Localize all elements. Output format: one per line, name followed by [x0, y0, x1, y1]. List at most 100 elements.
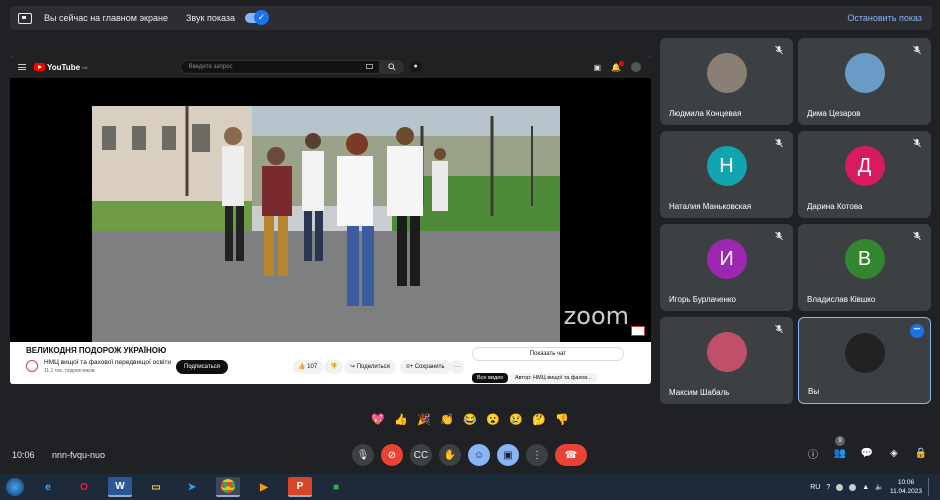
help-icon[interactable]: ?: [826, 484, 830, 491]
word-icon[interactable]: W: [108, 477, 132, 497]
network-icon[interactable]: ▲: [862, 484, 869, 491]
call-controls: 🎙 ⊘ CC ✋ ☺ ▣ ⋮ ☎: [352, 444, 587, 466]
dislike-button[interactable]: 👎: [324, 360, 344, 374]
tray-app-icon-2[interactable]: [849, 483, 857, 491]
youtube-logo-text: YouTube: [47, 62, 81, 72]
tile-more-options-icon[interactable]: •••: [910, 324, 924, 338]
start-button[interactable]: [6, 478, 24, 496]
participant-tile[interactable]: Людмила Концевая: [660, 38, 793, 125]
save-playlist-icon: ≡+: [406, 364, 414, 370]
reaction-emoji[interactable]: 😢: [508, 412, 524, 428]
meet-window: Вы сейчас на главном экране Звук показа …: [0, 0, 940, 500]
leave-call-button[interactable]: ☎: [555, 444, 587, 466]
ie-icon[interactable]: e: [36, 477, 60, 497]
mic-button[interactable]: 🎙: [352, 444, 374, 466]
reaction-emoji[interactable]: 💖: [370, 412, 386, 428]
clock-date: 11.04.2023: [889, 488, 922, 495]
avatar: [706, 332, 747, 372]
share-label: Поделиться: [356, 364, 390, 370]
reaction-emoji[interactable]: 👍: [393, 412, 409, 428]
chip-all-videos[interactable]: Все видео: [472, 373, 509, 383]
save-button[interactable]: ≡+ Сохранить: [400, 360, 451, 374]
youtube-search-button[interactable]: [379, 60, 404, 74]
mic-off-icon: [775, 324, 783, 334]
activities-button[interactable]: ◈: [887, 446, 901, 460]
mic-off-icon: [775, 231, 783, 241]
meet-icon[interactable]: ■: [324, 477, 348, 497]
share-sound-toggle[interactable]: ✓: [245, 10, 269, 25]
more-actions-button[interactable]: ···: [450, 360, 464, 374]
camera-off-icon: ⊘: [387, 449, 397, 461]
participant-tile[interactable]: Дима Цезаров: [798, 38, 931, 125]
captions-button[interactable]: CC: [410, 444, 432, 466]
show-desktop-button[interactable]: [928, 478, 932, 496]
people-count-badge: 9: [835, 436, 845, 446]
hamburger-menu-icon[interactable]: [18, 64, 26, 70]
reaction-emoji[interactable]: 😮: [485, 412, 501, 428]
youtube-play-icon: [34, 63, 45, 71]
avatar: Н: [706, 146, 747, 186]
media-icon[interactable]: ▶: [252, 477, 276, 497]
video-info: ВЕЛИКОДНЯ ПОДОРОЖ УКРАЇНОЮ НМЦ вищої та …: [10, 342, 651, 384]
powerpoint-icon[interactable]: P: [288, 477, 312, 497]
stop-sharing-button[interactable]: Остановить показ: [847, 13, 922, 23]
participant-tile[interactable]: ••• Вы: [798, 317, 931, 404]
present-button[interactable]: ▣: [497, 444, 519, 466]
raise-hand-button[interactable]: ✋: [439, 444, 461, 466]
reaction-emoji[interactable]: 😂: [462, 412, 478, 428]
keyboard-icon[interactable]: [365, 64, 373, 69]
participant-tile[interactable]: Д Дарина Котова: [798, 131, 931, 218]
show-chat-button[interactable]: Показать чат: [472, 347, 624, 361]
camera-button[interactable]: ⊘: [381, 444, 403, 466]
chrome-icon[interactable]: [216, 477, 240, 497]
notifications-icon[interactable]: 🔔: [611, 60, 624, 72]
participant-tile[interactable]: И Игорь Бурлаченко: [660, 224, 793, 311]
reaction-emoji[interactable]: 🤔: [531, 412, 547, 428]
telegram-icon[interactable]: ➤: [180, 477, 204, 497]
reactions-button[interactable]: ☺: [468, 444, 490, 466]
youtube-logo[interactable]: YouTube UA: [34, 63, 88, 72]
reaction-emoji[interactable]: 👎: [554, 412, 570, 428]
avatar: В: [844, 239, 885, 279]
meeting-code[interactable]: nnn-fvqu-nuo: [52, 450, 105, 460]
youtube-search-input[interactable]: Введите запрос: [179, 60, 380, 74]
taskbar-clock[interactable]: 10:06 11.04.2023: [890, 478, 922, 496]
opera-icon[interactable]: O: [72, 477, 96, 497]
mic-off-icon: [913, 231, 921, 241]
youtube-account-avatar[interactable]: [631, 62, 641, 72]
people-icon: 👥: [833, 447, 847, 459]
video-title: ВЕЛИКОДНЯ ПОДОРОЖ УКРАЇНОЮ: [26, 346, 167, 355]
channel-name[interactable]: НМЦ вищої та фахової передвищої освіти: [44, 359, 171, 366]
video-player[interactable]: zoom: [10, 78, 651, 342]
participant-tile[interactable]: В Владислав Кiвшко: [798, 224, 931, 311]
meeting-info-button[interactable]: ⓘ: [806, 446, 820, 461]
create-video-icon[interactable]: ▣: [593, 63, 601, 72]
participant-tile[interactable]: Максим Шабаль: [660, 317, 793, 404]
avatar: Д: [844, 146, 885, 186]
participant-tile[interactable]: Н Наталия Маньковская: [660, 131, 793, 218]
people-button[interactable]: 9 👥: [833, 436, 847, 460]
more-options-button[interactable]: ⋮: [526, 444, 548, 466]
explorer-icon[interactable]: ▭: [144, 477, 168, 497]
host-controls-button[interactable]: 🔒: [914, 446, 928, 460]
reaction-emoji[interactable]: 👏: [439, 412, 455, 428]
volume-icon[interactable]: 🔈: [875, 483, 884, 491]
chip-author[interactable]: Автор: НМЦ вищої та фахов...: [510, 373, 597, 383]
language-indicator[interactable]: RU: [810, 484, 820, 491]
avatar: [844, 53, 885, 93]
lock-person-icon: 🔒: [914, 447, 928, 459]
reaction-emoji[interactable]: 🎉: [416, 412, 432, 428]
tray-app-icon[interactable]: [836, 483, 844, 491]
subscribe-button[interactable]: Подписаться: [176, 360, 228, 374]
channel-avatar[interactable]: [26, 360, 38, 372]
voice-search-icon[interactable]: ●: [409, 61, 422, 73]
youtube-header-actions: ▣ 🔔: [593, 60, 641, 72]
share-button[interactable]: ↪ Поделиться: [344, 360, 396, 374]
like-count: 107: [307, 364, 318, 370]
participant-name: Владислав Кiвшко: [807, 295, 876, 304]
mic-off-icon: [775, 45, 783, 55]
save-label: Сохранить: [414, 364, 445, 370]
like-button[interactable]: 👍 107: [292, 360, 324, 374]
chat-button[interactable]: 💬: [860, 446, 874, 460]
hang-up-icon: ☎: [564, 449, 578, 461]
